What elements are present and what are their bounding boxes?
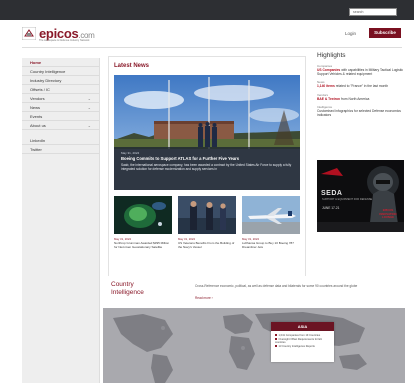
news-thumb-image bbox=[242, 196, 300, 234]
sidebar-item-twitter[interactable]: Twitter bbox=[22, 145, 99, 154]
latest-news-panel: Latest News May 31, 2024 Boeing Commits … bbox=[108, 56, 306, 278]
hero-caption: May 31, 2024 Boeing Commits to Support A… bbox=[114, 147, 300, 190]
highlight-text: 1,140 items related to "France" in the l… bbox=[317, 84, 389, 89]
top-bar: search bbox=[0, 0, 414, 20]
hero-summary: Saab, the international aerospace compan… bbox=[121, 163, 292, 172]
asia-popup-row[interactable]: 13 Country Intelligence Reports bbox=[275, 345, 330, 349]
login-link[interactable]: Login bbox=[345, 31, 356, 36]
country-intelligence-text: Cross-Reference economic, political, as … bbox=[195, 284, 358, 288]
sidebar-item-vendors[interactable]: Vendors ⌄ bbox=[22, 94, 99, 103]
sidebar-item-home[interactable]: Home bbox=[22, 58, 99, 67]
highlight-item[interactable]: Companies US Companies with capabilities… bbox=[317, 64, 405, 76]
news-headline[interactable]: Northrop Grumman Awarded $395 Million fo… bbox=[114, 241, 172, 250]
highlight-item[interactable]: Intelligence Customised infographics for… bbox=[317, 105, 405, 117]
news-card[interactable]: May 31, 2024 Lufthansa Group to Buy 10 B… bbox=[242, 196, 300, 272]
sidebar-item-about-us[interactable]: About us ⌄ bbox=[22, 121, 99, 130]
news-card[interactable]: May 31, 2024 US Veterans Benefits From t… bbox=[178, 196, 236, 272]
section-title: Latest News bbox=[114, 63, 150, 69]
bullet-icon bbox=[275, 345, 277, 348]
sidebar-item-linkedin[interactable]: LinkedIn bbox=[22, 136, 99, 145]
read-more-link[interactable]: Read more › bbox=[195, 296, 213, 300]
logo-icon bbox=[22, 26, 36, 40]
header-divider bbox=[22, 47, 402, 48]
chevron-down-icon: ⌄ bbox=[87, 105, 91, 110]
asia-popup[interactable]: ASIA 1,041 Companies from 19 Countries O… bbox=[271, 322, 334, 362]
world-map-image bbox=[103, 308, 405, 383]
bullet-icon bbox=[275, 337, 277, 340]
sidebar-item-industry-directory[interactable]: Industry Directory bbox=[22, 76, 99, 85]
news-card[interactable]: May 31, 2024 Northrop Grumman Awarded $3… bbox=[114, 196, 172, 272]
highlight-item[interactable]: News 1,140 items related to "France" in … bbox=[317, 80, 405, 88]
highlight-text: BAE & Textron from North America bbox=[317, 96, 370, 101]
bullet-icon bbox=[275, 334, 277, 337]
chevron-down-icon: ⌄ bbox=[87, 96, 91, 101]
highlight-text: US Companies with capabilities in Milita… bbox=[317, 68, 404, 77]
hero-date: May 31, 2024 bbox=[121, 151, 140, 155]
sidebar-item-news[interactable]: News ⌄ bbox=[22, 103, 99, 112]
news-headline[interactable]: US Veterans Benefits From the Building o… bbox=[178, 241, 236, 250]
search-input[interactable]: search bbox=[349, 8, 397, 16]
event-ad-banner[interactable]: SEDA SUPPORT & EQUIPMENT FOR DEFENSE JUN… bbox=[317, 160, 404, 232]
subscribe-button[interactable]: Subscribe bbox=[369, 28, 401, 38]
ad-subtitle: SUPPORT & EQUIPMENT FOR DEFENSE bbox=[322, 198, 373, 201]
sidebar-item-events[interactable]: Events bbox=[22, 112, 99, 121]
world-map[interactable] bbox=[103, 308, 405, 383]
news-headline[interactable]: Lufthansa Group to Buy 10 Boeing 787 Dre… bbox=[242, 241, 300, 250]
sidebar-item-country-intelligence[interactable]: Country Intelligence bbox=[22, 67, 99, 76]
sidebar-item-offsets[interactable]: Offsets / IC bbox=[22, 85, 99, 94]
asia-popup-title: ASIA bbox=[271, 322, 334, 331]
news-thumb-image bbox=[114, 196, 172, 234]
chevron-down-icon: ⌄ bbox=[87, 123, 91, 128]
ad-brand: SEDA bbox=[321, 190, 343, 197]
asia-popup-row[interactable]: Oversight Offset Requirements for EU cou… bbox=[275, 338, 330, 345]
sidebar-nav: Home Country Intelligence Industry Direc… bbox=[22, 58, 100, 383]
hero-news-card[interactable]: May 31, 2024 Boeing Commits to Support A… bbox=[114, 75, 300, 190]
news-thumbnails: May 31, 2024 Northrop Grumman Awarded $3… bbox=[114, 196, 300, 272]
asia-popup-body: 1,041 Companies from 19 Countries Oversi… bbox=[271, 331, 334, 351]
news-thumb-image bbox=[178, 196, 236, 234]
site-header: epicos.com The Aerospace & Defense Indus… bbox=[0, 20, 414, 46]
country-intelligence-title: Country Intelligence bbox=[111, 281, 144, 296]
hero-headline[interactable]: Boeing Commits to Support ATLAS for a Fu… bbox=[121, 156, 293, 161]
ad-side-label: EPICOS INNOVATION LOUNGE bbox=[379, 208, 397, 219]
highlight-text: Customised infographics for selected Def… bbox=[317, 108, 401, 118]
highlight-item[interactable]: Vendors BAE & Textron from North America bbox=[317, 93, 405, 101]
logo-tagline: The Aerospace & Defense Industry Network bbox=[39, 39, 90, 42]
highlights-title: Highlights bbox=[317, 52, 346, 59]
country-intelligence-section: Country Intelligence Cross-Reference eco… bbox=[103, 276, 405, 308]
ad-date: JUNE 17-21 bbox=[322, 206, 340, 210]
